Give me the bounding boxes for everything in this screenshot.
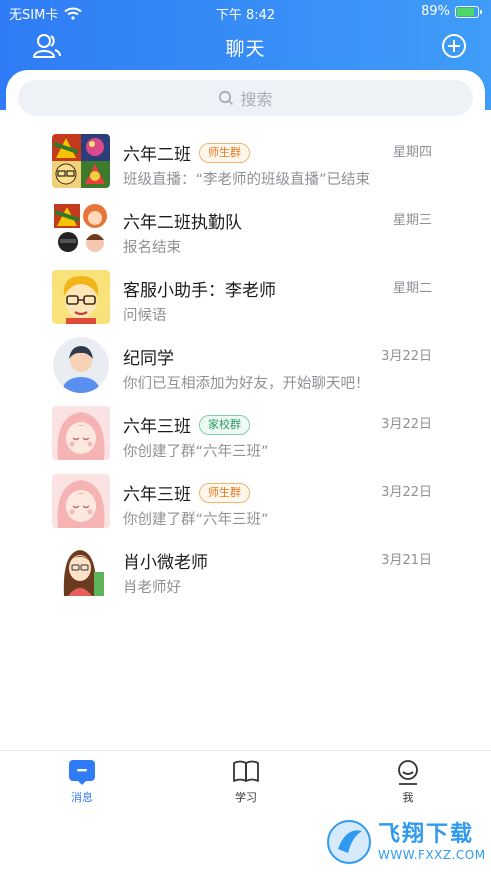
group-avatar: [52, 202, 110, 256]
watermark-url: WWW.FXXZ.COM: [378, 848, 486, 862]
tab-label: 我: [402, 791, 414, 804]
chat-time: 3月22日: [381, 485, 432, 500]
chat-title: 客服小助手：李老师: [123, 281, 276, 301]
chat-time: 3月22日: [381, 417, 432, 432]
chat-title: 纪同学: [123, 349, 174, 369]
chat-last-message: 你创建了群“六年三班”: [123, 444, 269, 460]
chat-last-message: 问候语: [123, 308, 167, 324]
chat-last-message: 你们已互相添加为好友，开始聊天吧！: [123, 376, 370, 392]
chat-row[interactable]: 六年三班 师生群 你创建了群“六年三班” 3月22日: [0, 470, 491, 538]
profile-icon: [398, 760, 418, 785]
tab-label: 学习: [235, 791, 257, 804]
battery-percent: 89%: [421, 4, 450, 19]
chat-row[interactable]: 六年三班 家校群 你创建了群“六年三班” 3月22日: [0, 402, 491, 470]
chat-title: 六年三班: [123, 485, 191, 505]
chat-last-message: 班级直播：“李老师的班级直播”已结束: [123, 172, 371, 188]
cartoon-boy-avatar: [52, 270, 110, 324]
tab-me[interactable]: 我: [378, 759, 438, 805]
chat-title: 六年二班执勤队: [123, 213, 242, 233]
pink-girl-avatar: [52, 474, 110, 528]
chat-last-message: 报名结束: [123, 240, 181, 256]
book-icon: [233, 760, 259, 782]
battery-icon: [455, 5, 482, 18]
search-placeholder: 搜索: [240, 90, 273, 109]
teacher-avatar: [52, 542, 110, 596]
default-user-avatar: [53, 337, 109, 393]
chat-row[interactable]: 肖小微老师 肖老师好 3月21日: [0, 538, 491, 606]
add-circle-icon[interactable]: [441, 33, 467, 59]
group-tag: 师生群: [199, 482, 250, 503]
group-avatar: [52, 134, 110, 188]
chat-last-message: 你创建了群“六年三班”: [123, 512, 269, 528]
chat-last-message: 肖老师好: [123, 580, 181, 596]
message-icon: [69, 760, 95, 785]
status-bar: 无SIM卡 下午 8:42 89%: [0, 0, 491, 24]
watermark-logo-icon: [327, 820, 371, 864]
chat-title: 肖小微老师: [123, 553, 208, 573]
chat-row[interactable]: 六年二班执勤队 报名结束 星期三: [0, 198, 491, 266]
group-tag: 家校群: [199, 414, 250, 435]
tab-label: 消息: [71, 791, 93, 804]
watermark-title: 飞翔下载: [378, 822, 475, 847]
chat-title: 六年三班: [123, 417, 191, 437]
chat-list: 六年二班 师生群 班级直播：“李老师的班级直播”已结束 星期四 六年二班执勤队: [0, 130, 491, 606]
chat-time: 3月22日: [381, 349, 432, 364]
group-tag: 师生群: [199, 142, 250, 163]
search-input[interactable]: 搜索: [18, 80, 473, 116]
watermark: 飞翔下载 WWW.FXXZ.COM: [326, 814, 486, 870]
page-title: 聊天: [225, 38, 266, 60]
chat-row[interactable]: 纪同学 你们已互相添加为好友，开始聊天吧！ 3月22日: [0, 334, 491, 402]
chat-row[interactable]: 六年二班 师生群 班级直播：“李老师的班级直播”已结束 星期四: [0, 130, 491, 198]
status-time: 下午 8:42: [215, 8, 276, 23]
tab-messages[interactable]: 消息: [52, 759, 112, 805]
tab-study[interactable]: 学习: [216, 759, 276, 805]
chat-time: 3月21日: [381, 553, 432, 568]
pink-girl-avatar: [52, 406, 110, 460]
chat-time: 星期二: [392, 281, 432, 296]
search-icon: [219, 90, 234, 106]
chat-time: 星期三: [392, 213, 432, 228]
chat-time: 星期四: [392, 145, 432, 160]
chat-title: 六年二班: [123, 145, 191, 165]
chat-row[interactable]: 客服小助手：李老师 问候语 星期二: [0, 266, 491, 334]
